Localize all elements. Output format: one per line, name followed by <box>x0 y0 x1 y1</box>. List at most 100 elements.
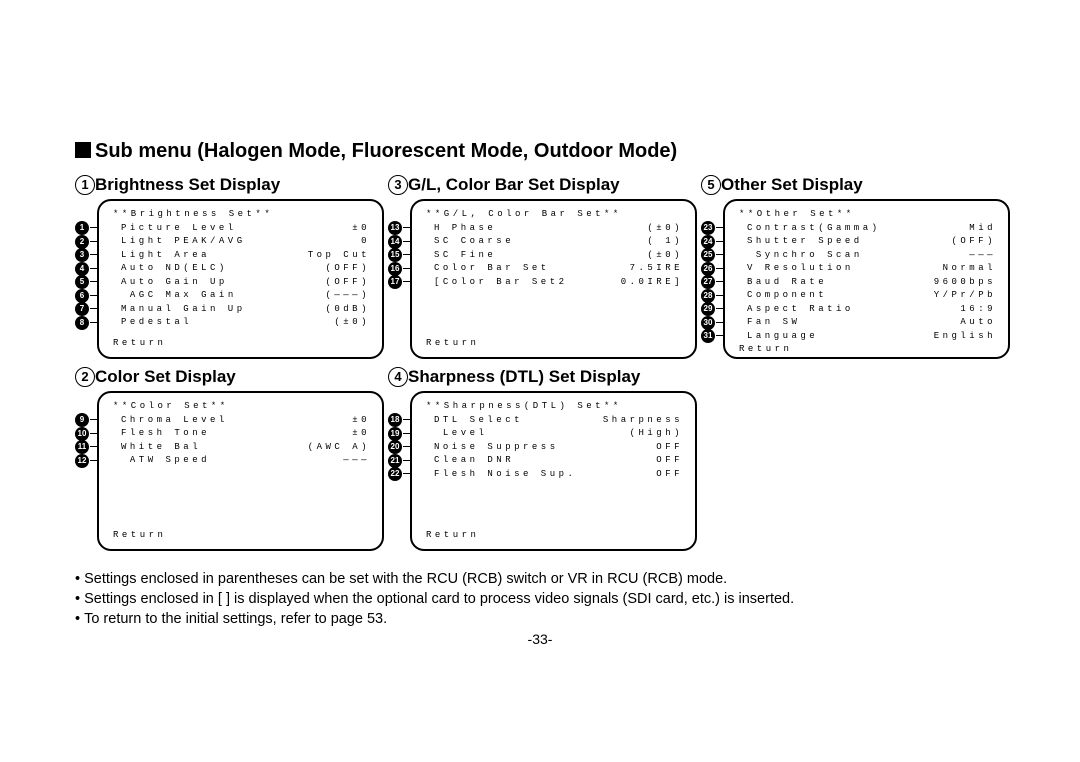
square-bullet-icon <box>75 142 91 158</box>
numbered-bullet-icon: 25 <box>701 248 715 262</box>
setting-value: Top Cut <box>308 249 370 263</box>
numbered-bullet-icon: 18 <box>388 413 402 427</box>
panel-row: Pedestal (±0) <box>121 316 370 330</box>
bullet-row: 10 <box>75 427 97 441</box>
setting-value: OFF <box>656 454 683 468</box>
numbered-bullet-icon: 14 <box>388 235 402 249</box>
bullet-column: 12345678 <box>75 199 97 359</box>
numbered-bullet-icon: 11 <box>75 440 89 454</box>
setting-value: 16:9 <box>960 303 996 317</box>
setting-label: Flesh Tone <box>121 427 210 441</box>
section-title-text: Color Set Display <box>95 367 236 386</box>
setting-value: (±0) <box>334 316 370 330</box>
setting-value: (AWC A) <box>308 441 370 455</box>
page-heading: Sub menu (Halogen Mode, Fluorescent Mode… <box>75 140 1005 163</box>
bullet-row: 16 <box>388 262 410 276</box>
section-title-text: Sharpness (DTL) Set Display <box>408 367 640 386</box>
setting-value: Sharpness <box>603 414 683 428</box>
numbered-bullet-icon: 8 <box>75 316 89 330</box>
numbered-bullet-icon: 15 <box>388 248 402 262</box>
bullet-row: 6 <box>75 289 97 303</box>
bullet-row: 19 <box>388 427 410 441</box>
heading-text: Sub menu (Halogen Mode, Fluorescent Mode… <box>95 140 677 162</box>
panel-title: **Color Set** <box>113 400 370 414</box>
bullet-dot-icon: • <box>75 609 80 629</box>
panel-row: SC Fine(±0) <box>434 249 683 263</box>
setting-label: DTL Select <box>434 414 523 428</box>
osd-panel: **Other Set**Contrast(Gamma)MidShutter S… <box>723 199 1010 359</box>
bullet-row: 22 <box>388 467 410 481</box>
panel-title: **Sharpness(DTL) Set** <box>426 400 683 414</box>
bullet-dot-icon: • <box>75 589 80 609</box>
panel-title: **G/L, Color Bar Set** <box>426 208 683 222</box>
section-color: 2Color Set Display 9101112 **Color Set**Ch… <box>75 367 384 551</box>
panel-wrap: 9101112**Color Set**Chroma Level±0Flesh … <box>75 391 384 551</box>
setting-label: Chroma Level <box>121 414 228 428</box>
panel-row: Fan SWAuto <box>747 316 996 330</box>
bullet-column: 1819202122 <box>388 391 410 551</box>
bullet-row: 30 <box>701 316 723 330</box>
panel-return: Return <box>113 337 370 351</box>
setting-value: OFF <box>656 441 683 455</box>
circled-number-icon: 1 <box>75 175 95 195</box>
bullet-row: 3 <box>75 248 97 262</box>
setting-value: (OFF) <box>951 235 996 249</box>
panel-return: Return <box>739 343 996 357</box>
setting-label: Flesh Noise Sup. <box>434 468 576 482</box>
panel-wrap: 232425262728293031**Other Set**Contrast(… <box>701 199 1010 359</box>
bullet-row: 27 <box>701 275 723 289</box>
panel-row: Contrast(Gamma)Mid <box>747 222 996 236</box>
setting-label: Light PEAK/AVG <box>121 235 246 249</box>
numbered-bullet-icon: 28 <box>701 289 715 303</box>
setting-value: OFF <box>656 468 683 482</box>
panel-row: ComponentY/Pr/Pb <box>747 289 996 303</box>
manual-page: Sub menu (Halogen Mode, Fluorescent Mode… <box>0 0 1080 647</box>
bullet-column: 9101112 <box>75 391 97 551</box>
footnote-line: •Settings enclosed in [ ] is displayed w… <box>75 589 1005 609</box>
osd-panel: **G/L, Color Bar Set**H Phase(±0)SC Coar… <box>410 199 697 359</box>
panel-row: Color Bar Set7.5IRE <box>434 262 683 276</box>
numbered-bullet-icon: 1 <box>75 221 89 235</box>
section-empty <box>701 367 1010 551</box>
bullet-column: 1314151617 <box>388 199 410 359</box>
panel-row: Noise SuppressOFF <box>434 441 683 455</box>
setting-value: 7.5IRE <box>630 262 683 276</box>
bullet-row: 29 <box>701 302 723 316</box>
section-title-text: G/L, Color Bar Set Display <box>408 175 620 194</box>
bullet-dot-icon: • <box>75 569 80 589</box>
section-title: 2Color Set Display <box>75 367 384 387</box>
panel-row: Shutter Speed(OFF) <box>747 235 996 249</box>
footnote-text: Settings enclosed in parentheses can be … <box>84 569 727 589</box>
setting-value: (0dB) <box>325 303 370 317</box>
numbered-bullet-icon: 6 <box>75 289 89 303</box>
numbered-bullet-icon: 19 <box>388 427 402 441</box>
numbered-bullet-icon: 4 <box>75 262 89 276</box>
panel-row: Flesh Tone±0 <box>121 427 370 441</box>
panel-wrap: 1819202122**Sharpness(DTL) Set**DTL Sele… <box>388 391 697 551</box>
bullet-row: 11 <box>75 440 97 454</box>
section-title: 1Brightness Set Display <box>75 175 384 195</box>
setting-label: Picture Level <box>121 222 237 236</box>
setting-label: Manual Gain Up <box>121 303 246 317</box>
panel-return: Return <box>426 529 683 543</box>
setting-label: Pedestal <box>121 316 192 330</box>
numbered-bullet-icon: 17 <box>388 275 402 289</box>
bullet-row: 21 <box>388 454 410 468</box>
bullet-row: 8 <box>75 316 97 330</box>
osd-panel: **Sharpness(DTL) Set**DTL Select Sharpnes… <box>410 391 697 551</box>
panel-row: H Phase(±0) <box>434 222 683 236</box>
section-title-text: Other Set Display <box>721 175 863 194</box>
numbered-bullet-icon: 10 <box>75 427 89 441</box>
bullet-row: 7 <box>75 302 97 316</box>
numbered-bullet-icon: 30 <box>701 316 715 330</box>
setting-value: Y/Pr/Pb <box>934 289 996 303</box>
panel-wrap: 12345678**Brightness Set**Picture Level±… <box>75 199 384 359</box>
bullet-row: 1 <box>75 221 97 235</box>
numbered-bullet-icon: 29 <box>701 302 715 316</box>
numbered-bullet-icon: 31 <box>701 329 715 343</box>
setting-label: SC Fine <box>434 249 496 263</box>
setting-value: 0.0IRE] <box>621 276 683 290</box>
footnote-line: •To return to the initial settings, refe… <box>75 609 1005 629</box>
panel-row: Light PEAK/AVG0 <box>121 235 370 249</box>
setting-label: Fan SW <box>747 316 800 330</box>
